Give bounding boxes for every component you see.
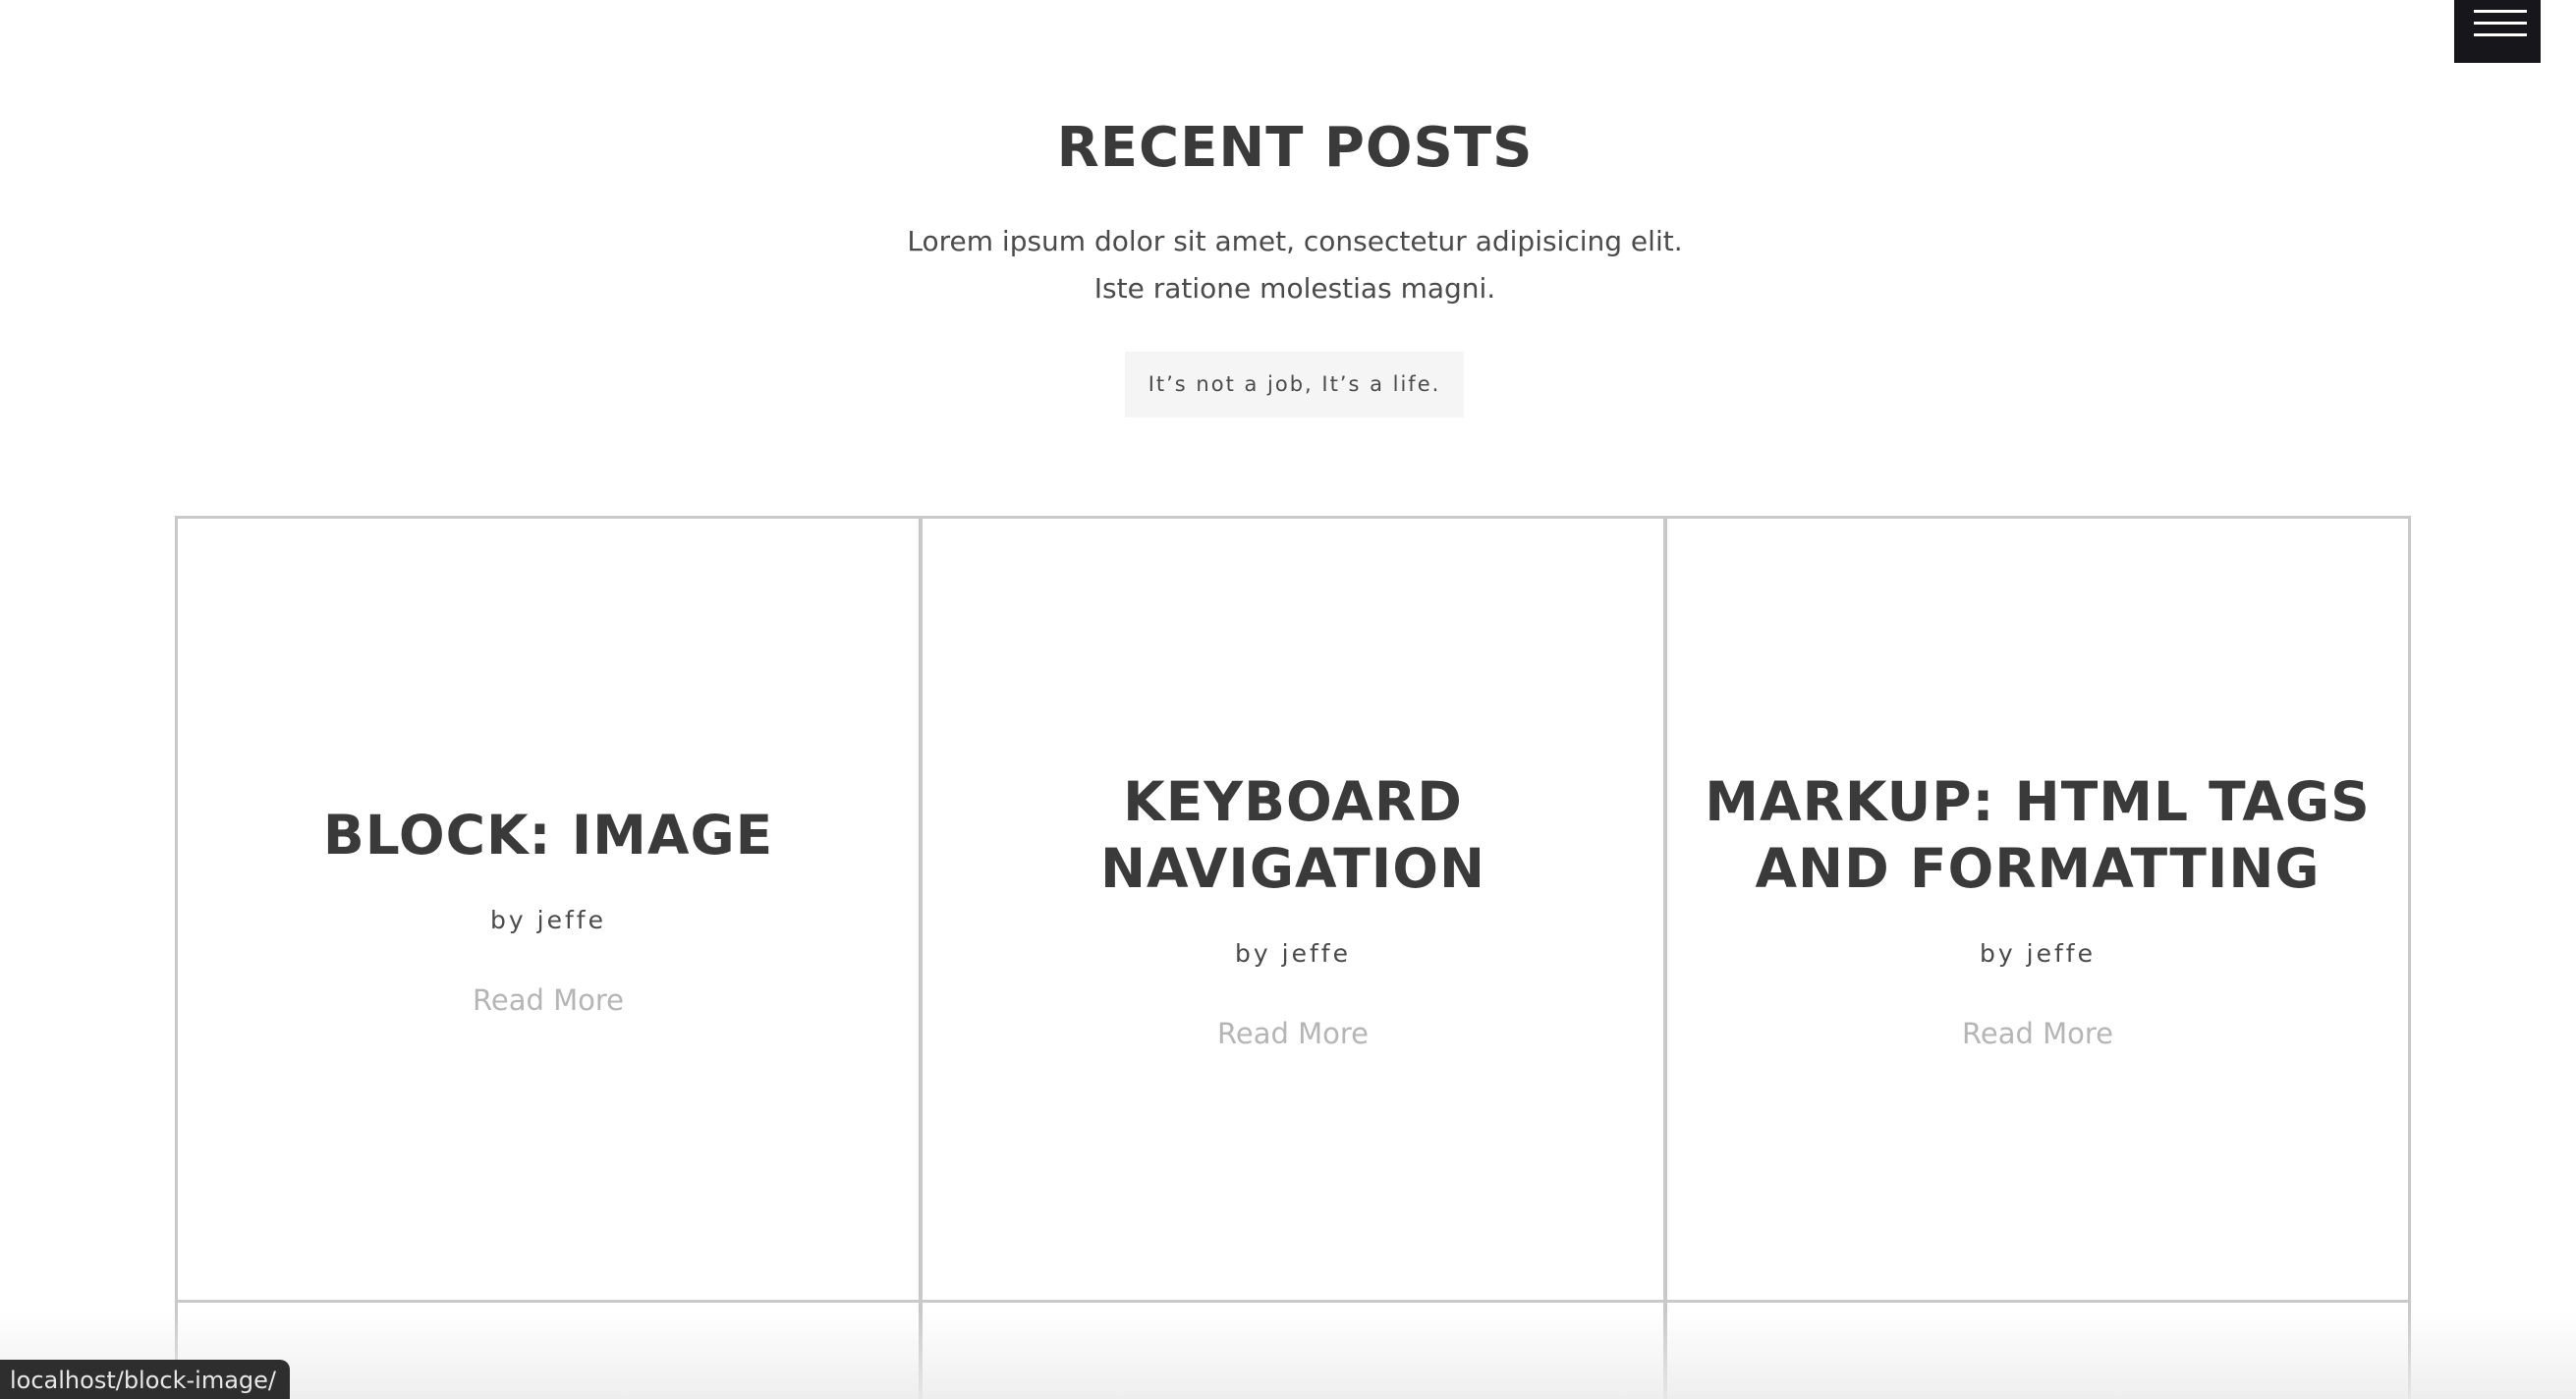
post-card[interactable]: MARKUP: HTML TAGS AND FORMATTING by jeff… xyxy=(1664,516,2411,1303)
post-title[interactable]: BLOCK: IMAGE xyxy=(323,802,773,868)
read-more-link[interactable]: Read More xyxy=(473,983,624,1017)
post-author: by jeffe xyxy=(1235,939,1351,968)
post-title[interactable]: KEYBOARD NAVIGATION xyxy=(942,768,1644,902)
status-bar-url: localhost/block-image/ xyxy=(0,1360,290,1399)
post-author: by jeffe xyxy=(490,906,606,934)
tagline-badge: It’s not a job, It’s a life. xyxy=(1125,352,1464,418)
post-card-partial[interactable] xyxy=(1664,1300,2411,1399)
read-more-link[interactable]: Read More xyxy=(1962,1017,2113,1050)
page: RECENT POSTS Lorem ipsum dolor sit amet,… xyxy=(0,0,2576,1399)
menu-button[interactable] xyxy=(2454,0,2541,63)
post-card[interactable]: BLOCK: IMAGE by jeffe Read More xyxy=(175,516,922,1303)
post-card[interactable]: KEYBOARD NAVIGATION by jeffe Read More xyxy=(920,516,1666,1303)
section-description: Lorem ipsum dolor sit amet, consectetur … xyxy=(0,218,2576,312)
post-card-partial[interactable] xyxy=(920,1300,1666,1399)
post-author: by jeffe xyxy=(1980,939,2096,968)
post-title[interactable]: MARKUP: HTML TAGS AND FORMATTING xyxy=(1687,768,2388,902)
read-more-link[interactable]: Read More xyxy=(1217,1017,1369,1050)
section-description-line-1: Lorem ipsum dolor sit amet, consectetur … xyxy=(907,225,1683,257)
section-description-line-2: Iste ratione molestias magni. xyxy=(1093,272,1496,305)
section-title: RECENT POSTS xyxy=(1056,116,1534,180)
